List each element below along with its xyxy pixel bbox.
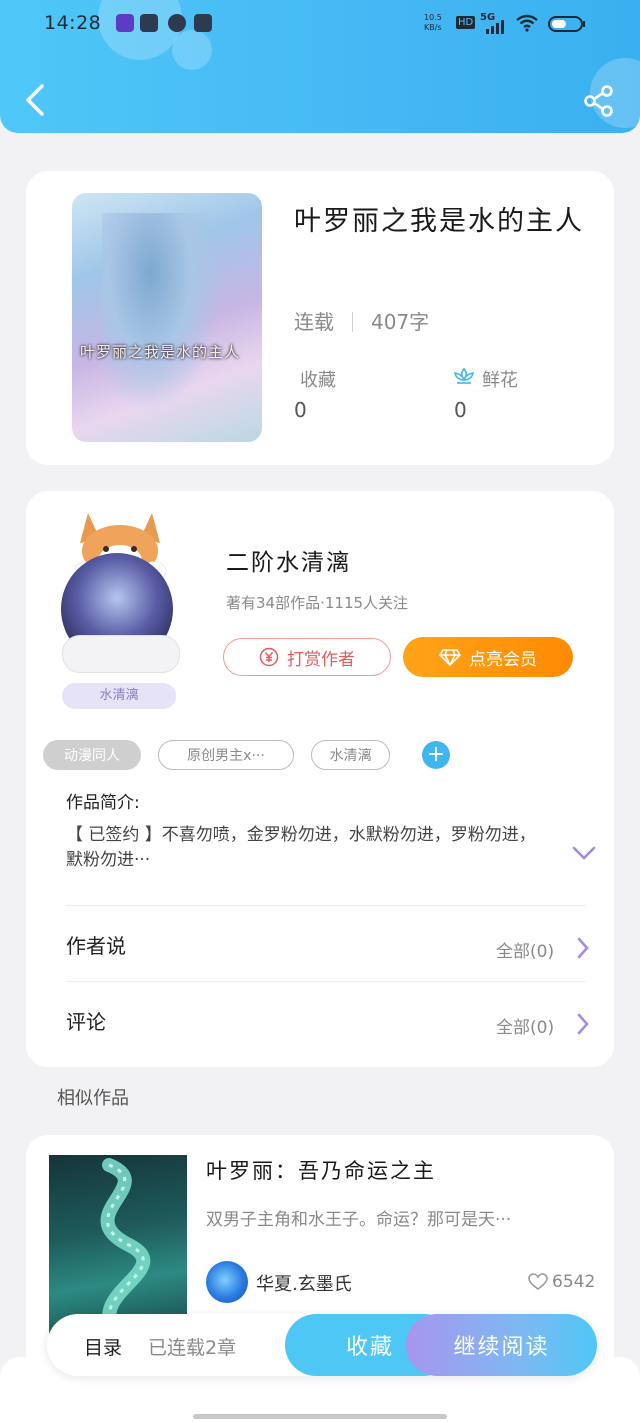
similar-work-title[interactable]: 叶罗丽：吾乃命运之主 xyxy=(206,1155,436,1185)
divider xyxy=(352,312,353,332)
flowers-label: 鲜花 xyxy=(482,370,518,391)
intro-title: 作品简介: xyxy=(66,793,140,813)
tip-author-button[interactable]: 打赏作者 xyxy=(223,638,391,676)
favorites-value: 0 xyxy=(294,398,307,422)
book-title: 叶罗丽之我是水的主人 xyxy=(294,206,584,237)
toc-button[interactable]: 目录 xyxy=(84,1333,122,1360)
comments-count[interactable]: 全部(0) xyxy=(496,1013,554,1038)
similar-work-desc: 双男子主角和水王子。命运？那可是天··· xyxy=(206,1210,512,1230)
app-notification-icon xyxy=(116,14,134,32)
app-notification-icon xyxy=(140,14,158,32)
header-bar: 14:28 10.5 KB/s HD 5G xyxy=(0,0,640,133)
book-cover[interactable]: 叶罗丽之我是水的主人 xyxy=(72,193,262,442)
author-avatar-group[interactable]: 水清漓 xyxy=(56,505,186,710)
vip-button[interactable]: 点亮会员 xyxy=(403,637,573,677)
status-time: 14:28 xyxy=(44,12,102,34)
avatar-cloud-decoration xyxy=(62,635,180,673)
chevron-right-icon[interactable] xyxy=(576,937,590,959)
share-icon[interactable] xyxy=(582,84,616,118)
net-speed: 10.5 KB/s xyxy=(424,13,442,32)
author-meta: 著有34部作品·1115人关注 xyxy=(226,594,409,612)
intro-text: 【 已签约 】不喜勿喷，金罗粉勿进，水默粉勿进，罗粉勿进，默粉勿进··· xyxy=(66,825,536,870)
tag-item[interactable]: 水清漓 xyxy=(311,740,390,770)
chevron-down-icon[interactable] xyxy=(572,845,596,861)
chapter-count[interactable]: 已连载2章 xyxy=(148,1333,236,1360)
app-notification-icon xyxy=(194,14,212,32)
likes-count: 6542 xyxy=(552,1272,596,1292)
similar-likes: 6542 xyxy=(528,1272,595,1292)
home-indicator[interactable] xyxy=(193,1414,447,1419)
hd-badge: HD xyxy=(456,16,476,29)
chevron-right-icon[interactable] xyxy=(576,1013,590,1035)
similar-author-name: 华夏.玄墨氏 xyxy=(256,1274,352,1295)
yuan-coin-icon xyxy=(259,647,279,667)
cover-figure xyxy=(102,213,222,413)
comments-label[interactable]: 评论 xyxy=(66,1006,106,1035)
signal-bars-icon xyxy=(486,20,504,34)
heart-icon xyxy=(528,1273,548,1290)
author-name[interactable]: 二阶水清漓 xyxy=(226,543,351,577)
word-count: 407字 xyxy=(371,310,430,334)
flower-icon xyxy=(453,367,475,384)
wifi-icon xyxy=(516,14,538,32)
add-tag-button[interactable]: + xyxy=(422,741,450,769)
tag-item[interactable]: 原创男主x··· xyxy=(158,740,294,770)
battery-icon xyxy=(548,16,585,32)
continue-reading-button[interactable]: 继续阅读 xyxy=(406,1314,597,1376)
vip-label: 点亮会员 xyxy=(469,649,537,670)
tip-author-label: 打赏作者 xyxy=(287,649,355,670)
divider xyxy=(66,905,586,906)
author-badge: 水清漓 xyxy=(62,683,176,709)
flowers-value: 0 xyxy=(454,398,467,422)
favorites-label: 收藏 xyxy=(300,370,336,391)
divider xyxy=(66,981,586,982)
author-says-count[interactable]: 全部(0) xyxy=(496,937,554,962)
serial-status: 连载 xyxy=(294,310,334,334)
diamond-icon xyxy=(439,649,461,666)
app-notification-icon xyxy=(168,14,186,32)
author-says-label[interactable]: 作者说 xyxy=(66,930,126,959)
book-status-line: 连载 407字 xyxy=(294,306,429,335)
back-arrow-icon[interactable] xyxy=(20,80,50,120)
similar-author-avatar xyxy=(206,1261,248,1303)
status-bar: 14:28 10.5 KB/s HD 5G xyxy=(0,0,640,48)
similar-section-title: 相似作品 xyxy=(57,1088,129,1109)
cover-title-text: 叶罗丽之我是水的主人 xyxy=(80,343,241,361)
tag-item[interactable]: 动漫同人 xyxy=(43,740,141,770)
